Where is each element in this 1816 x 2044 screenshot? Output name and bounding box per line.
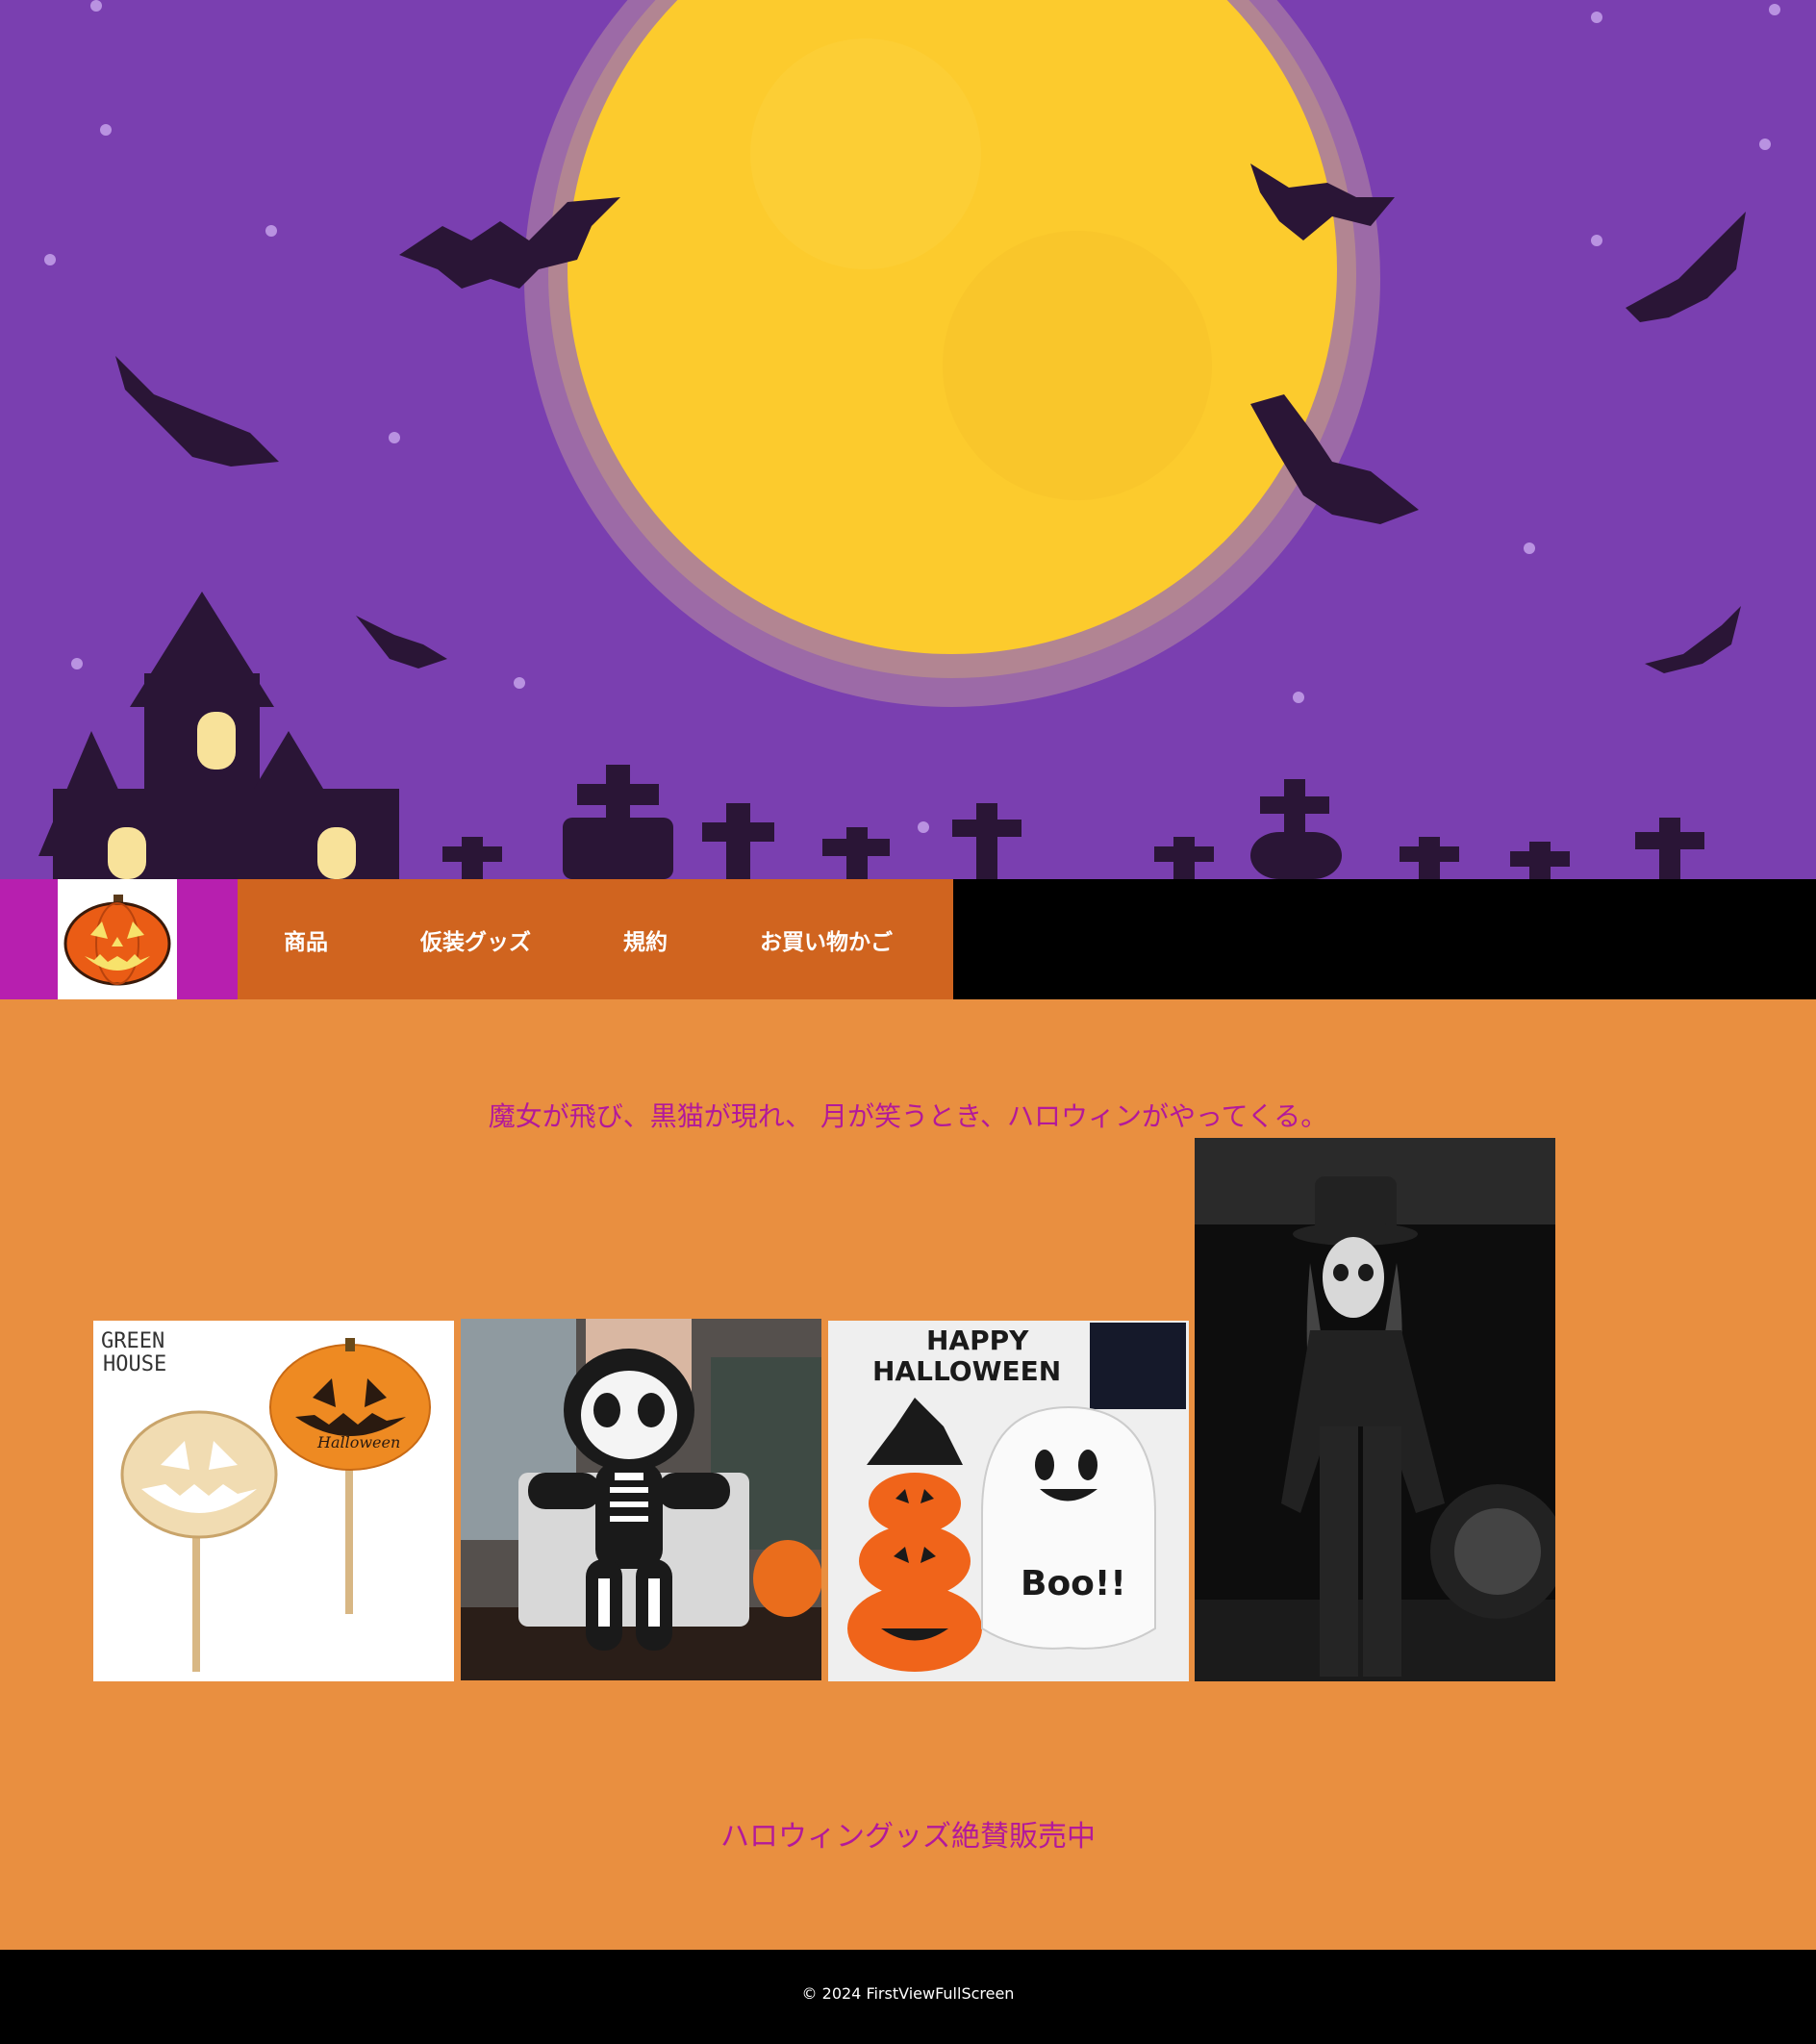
boo-text: Boo!!	[1021, 1564, 1126, 1603]
skeleton-plush-image	[461, 1319, 821, 1680]
brand-text-house: HOUSE	[103, 1352, 166, 1376]
halloween-moon-illustration	[0, 0, 1816, 879]
menu-item-cart[interactable]: お買い物かご	[760, 923, 893, 956]
skull-costume-person-image	[1195, 1138, 1555, 1681]
inflatable-pumpkin-ghost-image: HAPPY HALLOWEEN Boo!!	[828, 1321, 1189, 1681]
sale-message: ハロウィングッズ絶賛販売中	[720, 1820, 1096, 1854]
main-menu: 商品 仮装グッズ 規約 お買い物かご	[238, 879, 953, 999]
halloween-banner-text: HALLOWEEN	[872, 1355, 1061, 1387]
navigation-bar: 商品 仮装グッズ 規約 お買い物かご	[0, 879, 1816, 999]
menu-item-costume-goods[interactable]: 仮装グッズ	[420, 923, 531, 956]
halloween-text: Halloween	[316, 1433, 400, 1451]
footer: © 2024 FirstViewFullScreen	[0, 1950, 1816, 2044]
happy-text: HAPPY	[926, 1325, 1029, 1356]
menu-item-terms[interactable]: 規約	[623, 923, 668, 956]
pumpkin-picks-image: GREEN HOUSE Halloween	[93, 1321, 454, 1681]
logo-area	[0, 879, 238, 999]
logo-link[interactable]	[58, 879, 177, 999]
hero-banner	[0, 0, 1816, 879]
brand-text-green: GREEN	[101, 1329, 164, 1353]
copyright-text: © 2024 FirstViewFullScreen	[801, 1984, 1015, 2003]
jack-o-lantern-icon	[63, 895, 171, 986]
menu-item-products[interactable]: 商品	[284, 923, 328, 956]
hero-tagline: 魔女が飛び、黒猫が現れ、 月が笑うとき、ハロウィンがやってくる。	[488, 1100, 1328, 1132]
